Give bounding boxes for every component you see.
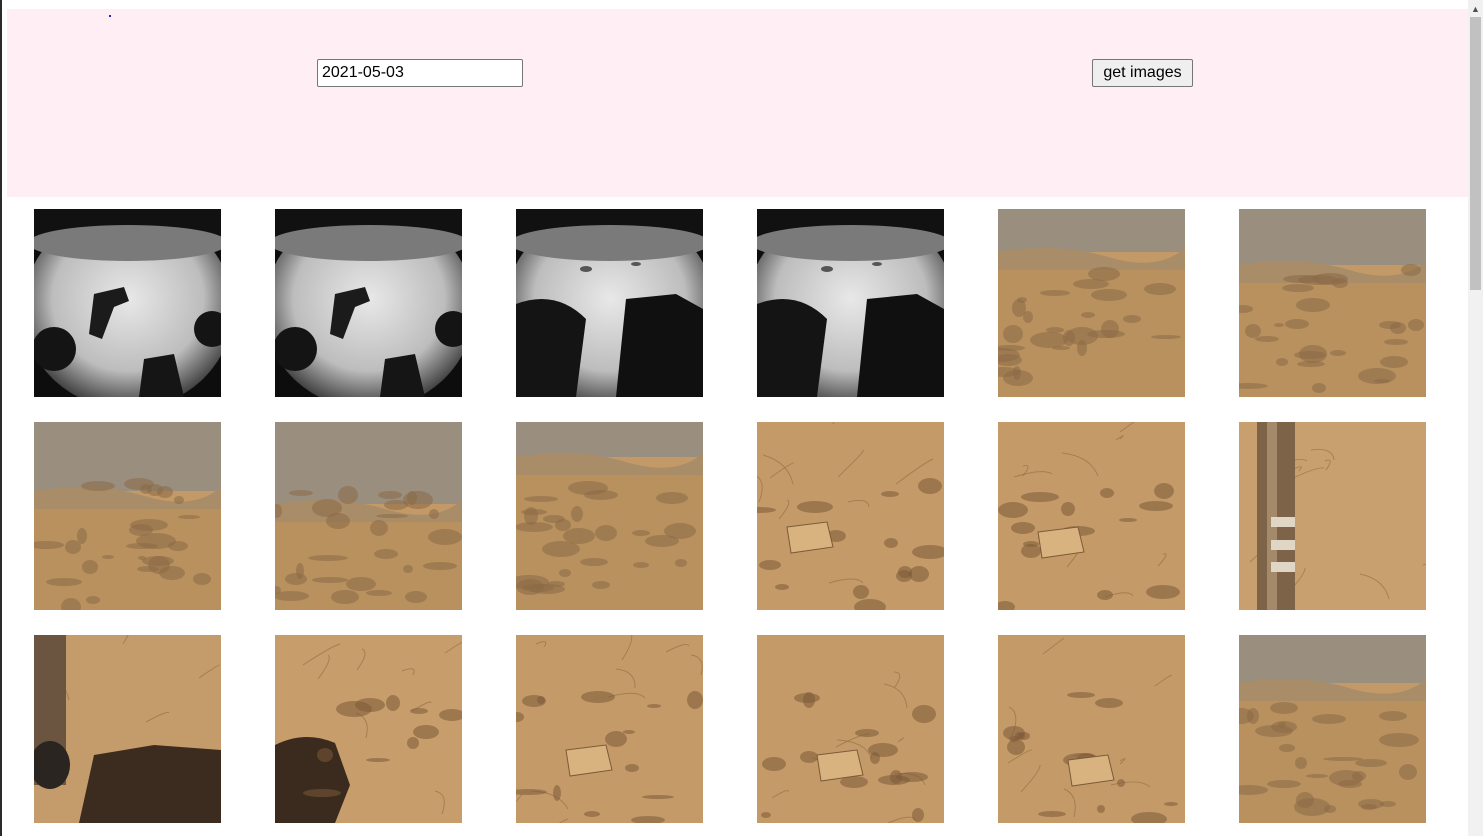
mars-rover-photo[interactable] bbox=[275, 422, 462, 610]
mars-rover-photo[interactable] bbox=[998, 635, 1185, 823]
mars-rover-photo[interactable] bbox=[1239, 635, 1426, 823]
mars-rover-photo[interactable] bbox=[34, 209, 221, 397]
mars-rover-photo[interactable] bbox=[516, 635, 703, 823]
mars-rover-photo[interactable] bbox=[1239, 422, 1426, 610]
get-images-button[interactable]: get images bbox=[1092, 59, 1193, 87]
mars-rover-photo[interactable] bbox=[998, 422, 1185, 610]
mars-rover-photo[interactable] bbox=[34, 422, 221, 610]
mars-rover-photo[interactable] bbox=[757, 422, 944, 610]
header-panel: get images bbox=[7, 9, 1468, 197]
image-gallery bbox=[34, 209, 1434, 823]
header-dot bbox=[109, 15, 111, 17]
mars-rover-photo[interactable] bbox=[757, 209, 944, 397]
window-left-edge bbox=[0, 0, 2, 836]
mars-rover-photo[interactable] bbox=[516, 209, 703, 397]
mars-rover-photo[interactable] bbox=[757, 635, 944, 823]
scroll-up-arrow-icon[interactable]: ▲ bbox=[1468, 0, 1483, 17]
mars-rover-photo[interactable] bbox=[275, 209, 462, 397]
page: get images bbox=[0, 0, 1483, 836]
mars-rover-photo[interactable] bbox=[275, 635, 462, 823]
mars-rover-photo[interactable] bbox=[34, 635, 221, 823]
mars-rover-photo[interactable] bbox=[516, 422, 703, 610]
mars-rover-photo[interactable] bbox=[1239, 209, 1426, 397]
scrollbar-thumb[interactable] bbox=[1470, 17, 1481, 290]
date-input[interactable] bbox=[317, 59, 523, 87]
vertical-scrollbar[interactable]: ▲ bbox=[1468, 0, 1483, 836]
mars-rover-photo[interactable] bbox=[998, 209, 1185, 397]
